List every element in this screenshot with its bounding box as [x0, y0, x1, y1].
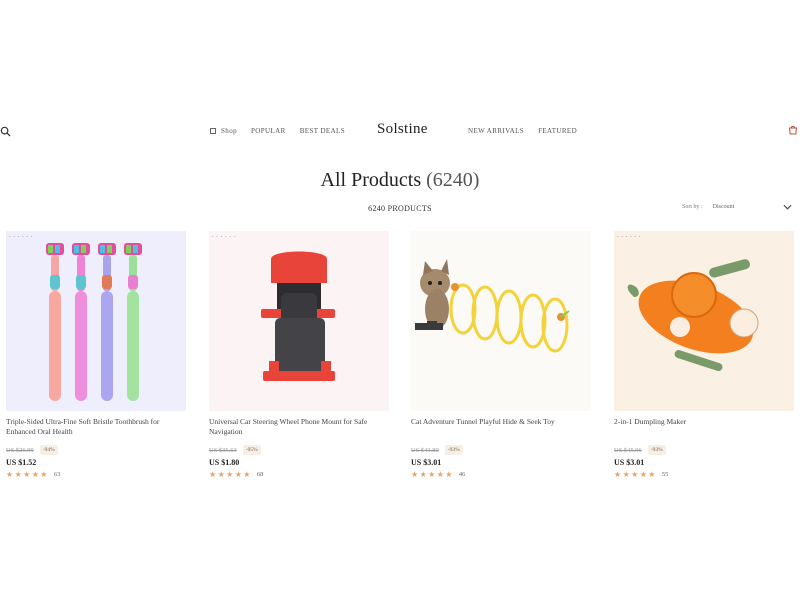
product-image-phone-mount[interactable]: • • • • • • — [209, 231, 389, 411]
review-count: 63 — [53, 471, 61, 478]
dumpling-maker-illustration — [627, 259, 759, 372]
review-count: 68 — [256, 471, 264, 478]
current-price: US $3.01 — [614, 458, 645, 467]
product-name[interactable]: Cat Adventure Tunnel Playful Hide & Seek… — [411, 417, 591, 439]
old-price: US $45.96 — [614, 446, 642, 454]
current-price: US $3.01 — [411, 458, 442, 467]
product-card[interactable]: • • • • • • Triple-Sided Ultra-Fine Soft… — [6, 231, 186, 479]
sort-value: Discount — [712, 204, 735, 210]
star-rating-icons: ★★★★★ — [614, 470, 657, 479]
price-row: US $43.80 -93% — [411, 443, 591, 457]
price-row: US $35.63 -95% — [209, 443, 389, 457]
nav-shop-label: Shop — [221, 127, 237, 135]
search-icon[interactable] — [0, 126, 11, 137]
image-dots: • • • • • • — [212, 234, 237, 239]
phone-mount-illustration — [261, 251, 335, 381]
site-header: Shop POPULAR BEST DEALS Solstine NEW ARR… — [0, 118, 800, 146]
product-image-dumpling-maker[interactable]: • • • • • • — [614, 231, 794, 411]
product-card[interactable]: • • • • • • 2-in-1 Dumpling Maker US $45… — [614, 231, 794, 479]
sort-label: Sort by : — [682, 204, 703, 210]
star-rating-icons: ★★★★★ — [6, 470, 49, 479]
rating: ★★★★★ 55 — [614, 470, 794, 479]
discount-badge: -95% — [242, 445, 261, 455]
chevron-down-icon — [783, 204, 792, 210]
nav-featured[interactable]: FEATURED — [538, 127, 577, 135]
star-rating-icons: ★★★★★ — [209, 470, 252, 479]
nav-shop[interactable]: Shop — [210, 127, 237, 135]
product-name[interactable]: 2-in-1 Dumpling Maker — [614, 417, 794, 439]
product-card[interactable]: • • • • • • Universal Car Steering Wheel… — [209, 231, 389, 479]
current-price: US $1.80 — [209, 458, 240, 467]
rating: ★★★★★ 46 — [411, 470, 591, 479]
nav-new-arrivals[interactable]: NEW ARRIVALS — [468, 127, 524, 135]
image-dots: • • • • • • — [9, 234, 34, 239]
product-image-toothbrush[interactable]: • • • • • • — [6, 231, 186, 411]
star-rating-icons: ★★★★★ — [411, 470, 454, 479]
review-count: 55 — [661, 471, 669, 478]
product-name[interactable]: Triple-Sided Ultra-Fine Soft Bristle Too… — [6, 417, 186, 439]
discount-badge: -93% — [444, 445, 463, 455]
nav-left: Shop POPULAR BEST DEALS — [210, 127, 359, 135]
rating: ★★★★★ 63 — [6, 470, 186, 479]
sort-dropdown[interactable]: Sort by : Discount — [682, 204, 792, 210]
product-image-cat-tunnel[interactable] — [411, 231, 591, 411]
menu-icon — [210, 128, 216, 134]
cat-tunnel-illustration — [415, 259, 570, 353]
cart-icon[interactable] — [788, 125, 798, 135]
product-name[interactable]: Universal Car Steering Wheel Phone Mount… — [209, 417, 389, 439]
nav-best-deals[interactable]: BEST DEALS — [300, 127, 345, 135]
page-title: All Products (6240) — [0, 169, 800, 192]
page-title-text: All Products — [320, 169, 422, 191]
rating: ★★★★★ 68 — [209, 470, 389, 479]
site-logo[interactable]: Solstine — [377, 121, 428, 138]
current-price: US $1.52 — [6, 458, 37, 467]
old-price: US $43.80 — [411, 446, 439, 454]
product-grid: • • • • • • Triple-Sided Ultra-Fine Soft… — [6, 231, 796, 491]
page-title-count: (6240) — [426, 169, 480, 191]
review-count: 46 — [458, 471, 466, 478]
toothbrush-illustration — [46, 243, 142, 401]
discount-badge: -94% — [39, 445, 58, 455]
image-dots: • • • • • • — [617, 234, 642, 239]
price-row: US $26.99 -94% — [6, 443, 186, 457]
price-row: US $45.96 -93% — [614, 443, 794, 457]
product-count: 6240 PRODUCTS — [368, 204, 432, 213]
nav-right: NEW ARRIVALS FEATURED — [468, 127, 591, 135]
discount-badge: -93% — [647, 445, 666, 455]
nav-popular[interactable]: POPULAR — [251, 127, 286, 135]
product-card[interactable]: Cat Adventure Tunnel Playful Hide & Seek… — [411, 231, 591, 479]
old-price: US $26.99 — [6, 446, 34, 454]
old-price: US $35.63 — [209, 446, 237, 454]
